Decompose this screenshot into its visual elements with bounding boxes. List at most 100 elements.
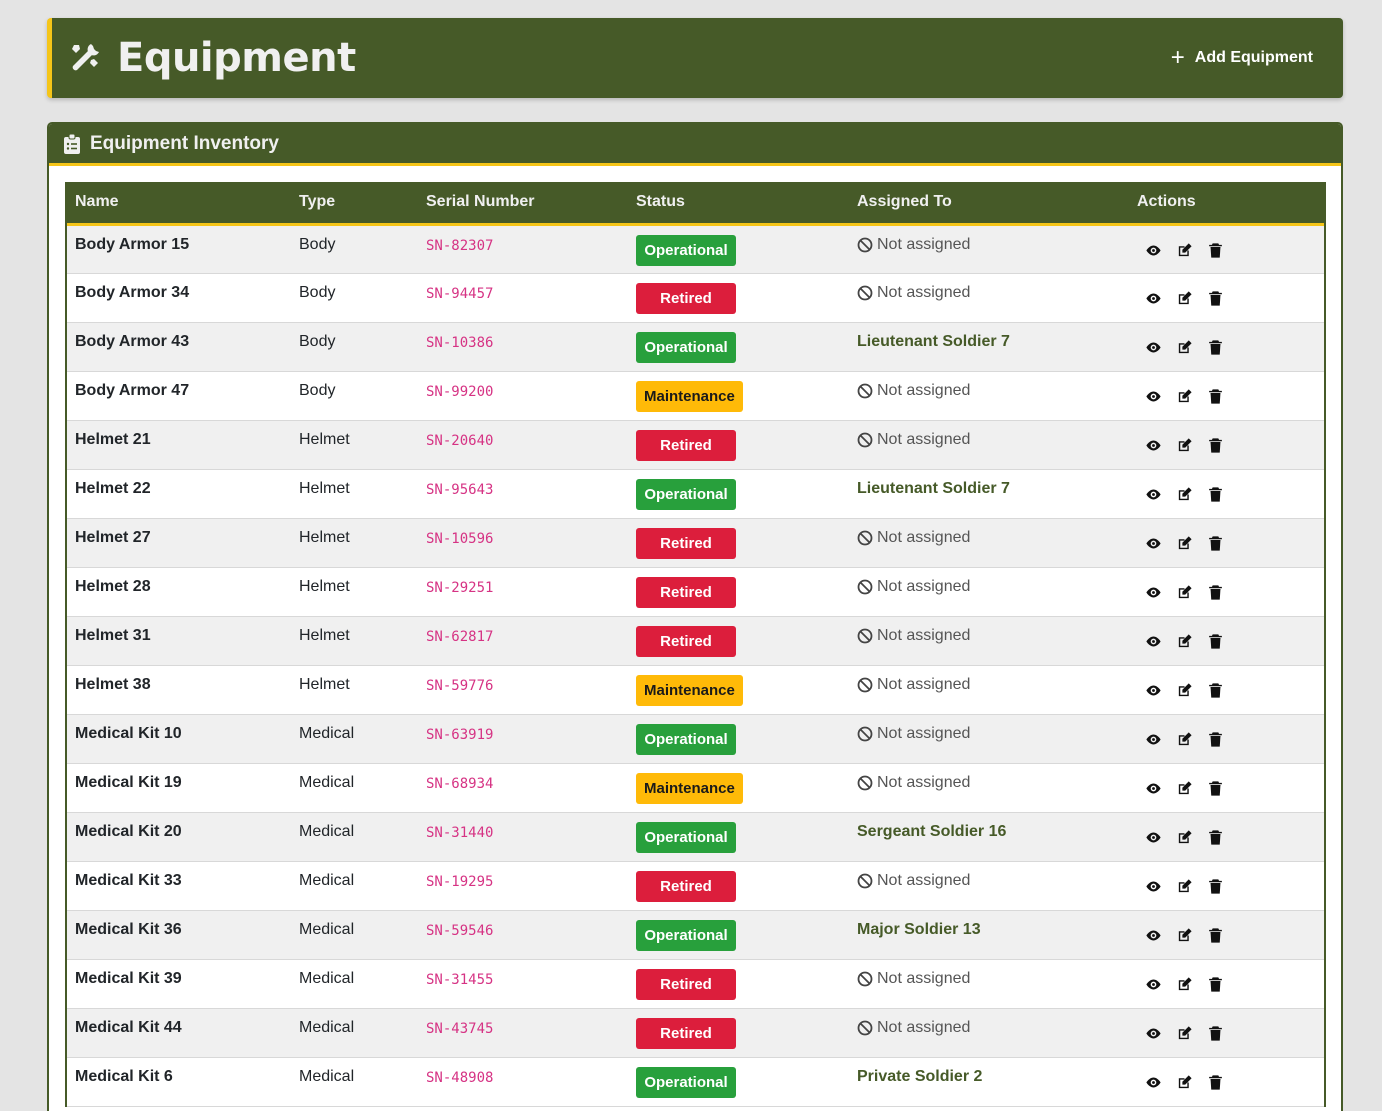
edit-icon[interactable] (1176, 584, 1193, 601)
eye-icon[interactable] (1145, 878, 1162, 895)
edit-icon[interactable] (1176, 242, 1193, 259)
status-cell: Retired (628, 273, 849, 323)
serial-number: SN-29251 (418, 567, 628, 617)
ban-icon (857, 775, 873, 791)
eye-icon[interactable] (1145, 976, 1162, 993)
trash-icon[interactable] (1207, 878, 1224, 895)
assigned-soldier[interactable]: Private Soldier 2 (857, 1068, 982, 1085)
page-title: Equipment (117, 35, 356, 81)
trash-icon[interactable] (1207, 437, 1224, 454)
eye-icon[interactable] (1145, 535, 1162, 552)
trash-icon[interactable] (1207, 633, 1224, 650)
edit-icon[interactable] (1176, 1025, 1193, 1042)
eye-icon[interactable] (1145, 731, 1162, 748)
trash-icon[interactable] (1207, 290, 1224, 307)
trash-icon[interactable] (1207, 388, 1224, 405)
edit-icon[interactable] (1176, 682, 1193, 699)
table-row: Helmet 27 Helmet SN-10596 Retired Not as… (67, 518, 1324, 568)
actions-cell (1129, 1057, 1324, 1107)
add-equipment-button[interactable]: + Add Equipment (1171, 46, 1313, 70)
not-assigned: Not assigned (857, 970, 970, 988)
edit-icon[interactable] (1176, 976, 1193, 993)
column-header-status[interactable]: Status (628, 182, 849, 226)
edit-icon[interactable] (1176, 339, 1193, 356)
edit-icon[interactable] (1176, 1074, 1193, 1091)
trash-icon[interactable] (1207, 242, 1224, 259)
edit-icon[interactable] (1176, 780, 1193, 797)
column-header-type[interactable]: Type (291, 182, 418, 226)
not-assigned: Not assigned (857, 872, 970, 890)
status-badge: Retired (636, 968, 736, 1000)
edit-icon[interactable] (1176, 731, 1193, 748)
edit-icon[interactable] (1176, 927, 1193, 944)
trash-icon[interactable] (1207, 1074, 1224, 1091)
assigned-cell: Private Soldier 2 (849, 1057, 1129, 1107)
assigned-soldier[interactable]: Major Soldier 13 (857, 921, 981, 938)
not-assigned: Not assigned (857, 725, 970, 743)
ban-icon (857, 285, 873, 301)
eye-icon[interactable] (1145, 682, 1162, 699)
eye-icon[interactable] (1145, 290, 1162, 307)
trash-icon[interactable] (1207, 731, 1224, 748)
not-assigned: Not assigned (857, 431, 970, 449)
eye-icon[interactable] (1145, 486, 1162, 503)
assigned-cell: Not assigned (849, 567, 1129, 617)
trash-icon[interactable] (1207, 976, 1224, 993)
trash-icon[interactable] (1207, 829, 1224, 846)
equipment-type: Medical (291, 763, 418, 813)
assigned-cell: Not assigned (849, 616, 1129, 666)
actions-cell (1129, 322, 1324, 372)
column-header-name[interactable]: Name (67, 182, 291, 226)
actions-cell (1129, 910, 1324, 960)
trash-icon[interactable] (1207, 535, 1224, 552)
edit-icon[interactable] (1176, 437, 1193, 454)
trash-icon[interactable] (1207, 780, 1224, 797)
edit-icon[interactable] (1176, 878, 1193, 895)
serial-number: SN-59546 (418, 910, 628, 960)
edit-icon[interactable] (1176, 829, 1193, 846)
trash-icon[interactable] (1207, 682, 1224, 699)
equipment-name: Medical Kit 39 (67, 959, 291, 1009)
edit-icon[interactable] (1176, 535, 1193, 552)
trash-icon[interactable] (1207, 486, 1224, 503)
trash-icon[interactable] (1207, 584, 1224, 601)
assigned-cell: Not assigned (849, 763, 1129, 813)
assigned-soldier[interactable]: Lieutenant Soldier 7 (857, 333, 1010, 350)
eye-icon[interactable] (1145, 584, 1162, 601)
serial-number: SN-43745 (418, 1008, 628, 1058)
ban-icon (857, 530, 873, 546)
eye-icon[interactable] (1145, 437, 1162, 454)
assigned-cell: Not assigned (849, 861, 1129, 911)
eye-icon[interactable] (1145, 633, 1162, 650)
not-assigned: Not assigned (857, 284, 970, 302)
edit-icon[interactable] (1176, 633, 1193, 650)
eye-icon[interactable] (1145, 829, 1162, 846)
table-row: Helmet 22 Helmet SN-95643 Operational Li… (67, 469, 1324, 519)
status-badge: Operational (636, 234, 736, 266)
edit-icon[interactable] (1176, 388, 1193, 405)
serial-number: SN-19295 (418, 861, 628, 911)
trash-icon[interactable] (1207, 1025, 1224, 1042)
table-row: Medical Kit 36 Medical SN-59546 Operatio… (67, 910, 1324, 960)
column-header-serial[interactable]: Serial Number (418, 182, 628, 226)
eye-icon[interactable] (1145, 1074, 1162, 1091)
assigned-soldier[interactable]: Lieutenant Soldier 7 (857, 480, 1010, 497)
trash-icon[interactable] (1207, 339, 1224, 356)
eye-icon[interactable] (1145, 242, 1162, 259)
assigned-soldier[interactable]: Sergeant Soldier 16 (857, 823, 1006, 840)
not-assigned-label: Not assigned (877, 969, 971, 987)
eye-icon[interactable] (1145, 927, 1162, 944)
column-header-assigned[interactable]: Assigned To (849, 182, 1129, 226)
eye-icon[interactable] (1145, 1025, 1162, 1042)
table-row: Body Armor 34 Body SN-94457 Retired Not … (67, 273, 1324, 323)
eye-icon[interactable] (1145, 388, 1162, 405)
eye-icon[interactable] (1145, 339, 1162, 356)
edit-icon[interactable] (1176, 486, 1193, 503)
eye-icon[interactable] (1145, 780, 1162, 797)
trash-icon[interactable] (1207, 927, 1224, 944)
serial-number: SN-63919 (418, 714, 628, 764)
equipment-name: Medical Kit 44 (67, 1008, 291, 1058)
equipment-type: Helmet (291, 665, 418, 715)
edit-icon[interactable] (1176, 290, 1193, 307)
table-row: Medical Kit 33 Medical SN-19295 Retired … (67, 861, 1324, 911)
